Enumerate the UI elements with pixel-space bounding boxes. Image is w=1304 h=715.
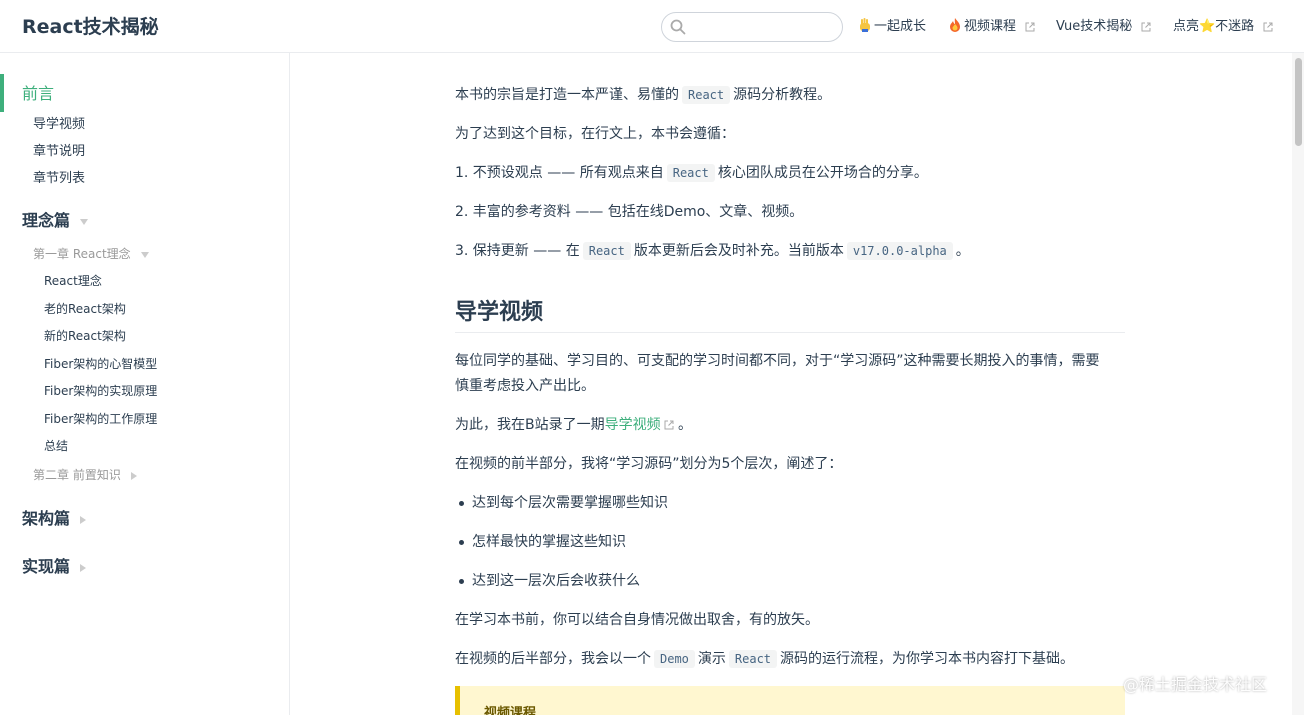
sidebar-item-fiber-mental-model[interactable]: Fiber架构的心智模型 <box>44 354 157 374</box>
sidebar-chapter-2[interactable]: 第二章 前置知识 <box>33 465 137 485</box>
inline-code: Demo <box>654 650 695 668</box>
nav-link-label: 点亮⭐不迷路 <box>1173 19 1255 34</box>
sidebar-item-chapter-notes[interactable]: 章节说明 <box>33 142 85 162</box>
scrollbar-thumb[interactable] <box>1295 58 1302 146</box>
sidebar-group-architecture[interactable]: 架构篇 <box>22 508 87 530</box>
navbar: React技术揭秘 一起成长 视频课程 Vue技术揭秘 点亮⭐不迷路 <box>0 0 1304 53</box>
sidebar-group-concept[interactable]: 理念篇 <box>22 210 89 232</box>
active-indicator <box>0 74 4 112</box>
sidebar-item-new-architecture[interactable]: 新的React架构 <box>44 326 126 346</box>
sidebar-item-intro[interactable]: 前言 <box>22 83 54 105</box>
paragraph-bilibili: 为此，我在B站录了一期导学视频 。 <box>455 417 693 433</box>
external-link-icon <box>1141 22 1151 31</box>
sidebar-chapter-label: 第二章 前置知识 <box>33 468 121 482</box>
external-link-icon <box>664 420 674 430</box>
caret-right-icon <box>130 471 137 480</box>
external-link-icon <box>1263 22 1273 31</box>
sidebar-chapter-1[interactable]: 第一章 React理念 <box>33 244 149 264</box>
site-name[interactable]: React技术揭秘 <box>22 14 159 40</box>
inline-code: React <box>582 242 631 260</box>
nav-link-label: 视频课程 <box>964 19 1017 34</box>
nav-link-label: 一起成长 <box>874 19 927 34</box>
list-item: 达到这一层次后会收获什么 <box>455 570 640 592</box>
caret-right-icon <box>80 515 87 524</box>
caret-down-icon <box>140 251 149 258</box>
fire-icon <box>950 18 960 32</box>
scrollbar-track[interactable] <box>1292 53 1304 715</box>
sidebar-item-summary[interactable]: 总结 <box>44 436 68 456</box>
caret-down-icon <box>80 218 89 225</box>
search-input[interactable] <box>692 17 837 37</box>
sidebar-group-label: 理念篇 <box>22 211 71 230</box>
nav-link-grow-together[interactable]: 一起成长 <box>858 17 926 37</box>
nav-link-star-repo[interactable]: 点亮⭐不迷路 <box>1173 17 1273 37</box>
raised-hand-icon <box>860 18 870 32</box>
inline-code: React <box>682 86 731 104</box>
inline-code: React <box>728 650 778 668</box>
tip-block: 视频课程 <box>455 686 1125 715</box>
sidebar-item-old-architecture[interactable]: 老的React架构 <box>44 299 126 319</box>
paragraph-goal: 为了达到这个目标，在行文上，本书会遵循： <box>455 126 735 142</box>
paragraph-first-half: 在视频的前半部分，我将“学习源码”划分为5个层次，阐述了： <box>455 456 843 472</box>
paragraph-tradeoff: 在学习本书前，你可以结合自身情况做出取舍，有的放矢。 <box>455 612 819 628</box>
paragraph-intro-line1: 每位同学的基础、学习目的、可支配的学习时间都不同，对于“学习源码”这种需要长期投… <box>455 353 1100 369</box>
guide-video-link[interactable]: 导学视频 <box>605 417 661 433</box>
search-icon <box>670 19 686 35</box>
bullet <box>459 500 464 506</box>
nav-link-label: Vue技术揭秘 <box>1056 19 1133 34</box>
external-link-icon <box>1025 22 1035 31</box>
list-item: 2. 丰富的参考资料 —— 包括在线Demo、文章、视频。 <box>455 204 804 220</box>
watermark: @稀土掘金技术社区 <box>1123 675 1268 694</box>
sidebar-item-react-concept[interactable]: React理念 <box>44 271 102 291</box>
sidebar-group-implementation[interactable]: 实现篇 <box>22 556 87 578</box>
tip-title: 视频课程 <box>484 706 537 715</box>
inline-code: React <box>666 164 715 182</box>
list-item: 3. 保持更新 —— 在 React 版本更新后会及时补充。当前版本 v17.0.0-… <box>455 242 970 260</box>
list-item: 1. 不预设观点 —— 所有观点来自 React 核心团队成员在公开场合的分享。 <box>455 164 928 182</box>
sidebar-item-guide-video[interactable]: 导学视频 <box>33 115 85 135</box>
caret-right-icon <box>80 563 87 572</box>
sidebar-chapter-label: 第一章 React理念 <box>33 247 131 261</box>
sidebar-item-fiber-implementation[interactable]: Fiber架构的实现原理 <box>44 381 157 401</box>
paragraph-intro-line2: 慎重考虑投入产出比。 <box>455 378 595 394</box>
search-box[interactable] <box>661 12 843 42</box>
nav-link-vue-book[interactable]: Vue技术揭秘 <box>1056 17 1151 37</box>
paragraph-purpose: 本书的宗旨是打造一本严谨、易懂的 React 源码分析教程。 <box>455 86 832 104</box>
nav-link-video-course[interactable]: 视频课程 <box>948 17 1035 37</box>
paragraph-second-half: 在视频的后半部分，我会以一个 Demo 演示 React 源码的运行流程，为你学习本书内… <box>455 650 1075 668</box>
sidebar-item-chapter-list[interactable]: 章节列表 <box>33 169 85 189</box>
list-item: 怎样最快的掌握这些知识 <box>455 531 626 553</box>
bullet <box>459 578 464 584</box>
sidebar-group-label: 实现篇 <box>22 557 71 576</box>
sidebar-item-fiber-working[interactable]: Fiber架构的工作原理 <box>44 409 157 429</box>
bullet <box>459 539 464 545</box>
list-item: 达到每个层次需要掌握哪些知识 <box>455 492 668 514</box>
sidebar: 前言 导学视频 章节说明 章节列表 理念篇 第一章 React理念 React理… <box>0 53 290 715</box>
inline-code: v17.0.0-alpha <box>846 242 953 260</box>
sidebar-group-label: 架构篇 <box>22 509 71 528</box>
section-heading-guide-video: 导学视频 <box>455 298 1125 333</box>
